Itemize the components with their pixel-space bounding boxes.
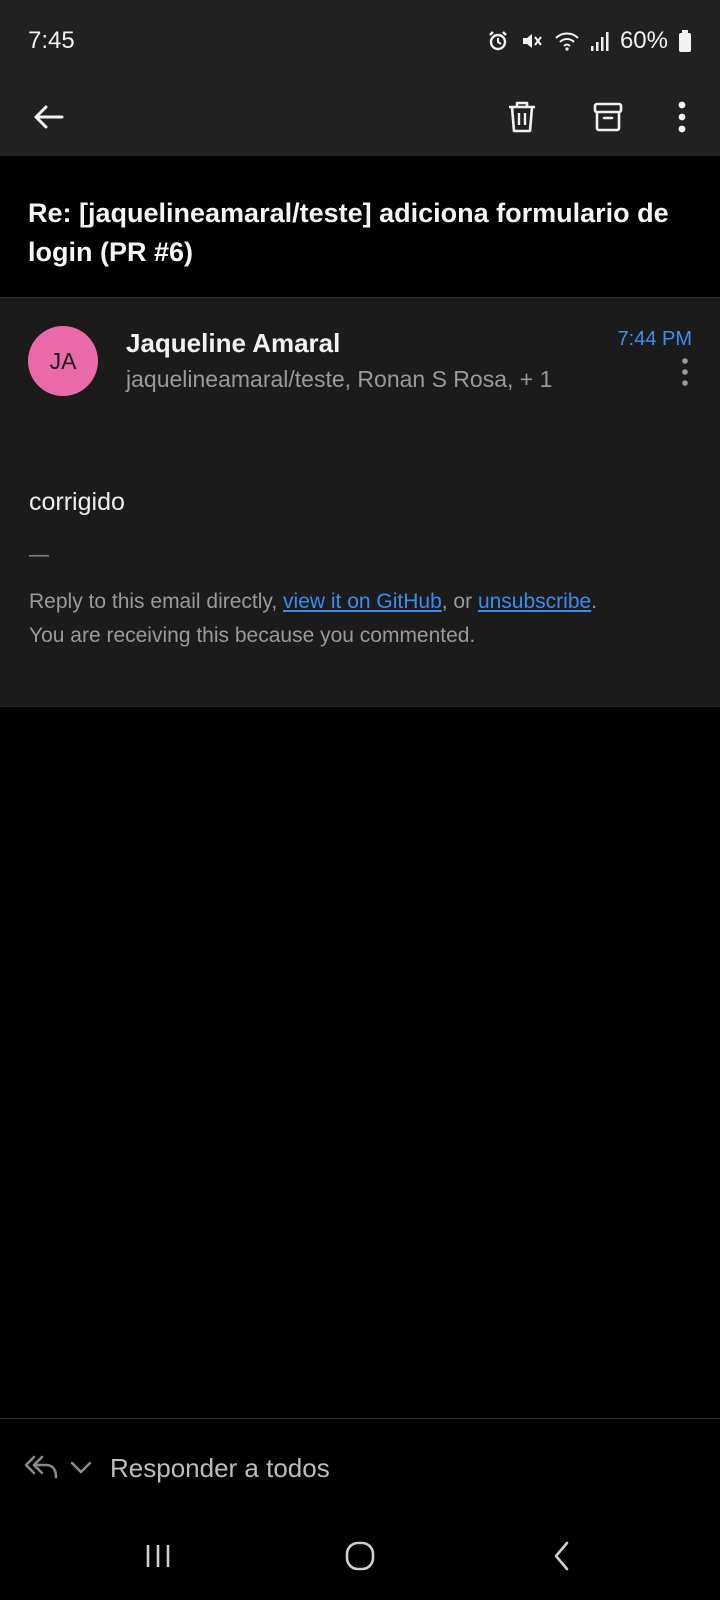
recipients[interactable]: jaquelineamaral/teste, Ronan S Rosa, + 1 (126, 366, 552, 393)
recent-apps-icon (143, 1541, 173, 1576)
message-card[interactable]: JA Jaqueline Amaral jaquelineamaral/test… (0, 298, 720, 707)
footer-prefix: Reply to this email directly, (29, 590, 284, 613)
subject-area: Re: [jaqueline­amaral/teste] adiciona fo… (0, 156, 720, 298)
unsubscribe-link[interactable]: unsubscribe (478, 590, 591, 613)
footer-suffix: . (591, 590, 598, 613)
archive-button[interactable] (576, 82, 640, 156)
sender-name: Jaqueline Amaral (126, 328, 341, 358)
system-back-button[interactable] (532, 1530, 592, 1586)
system-nav-bar (0, 1518, 720, 1600)
battery-level: 60% (619, 27, 668, 54)
message-more-button[interactable] (670, 356, 700, 392)
footer-reply-line: Reply to this email directly, view it on… (29, 590, 597, 614)
view-on-github-link[interactable]: view it on GitHub (283, 590, 442, 613)
status-bar: 7:45 60% (0, 0, 720, 82)
reply-all-icon[interactable] (24, 1453, 60, 1488)
back-button[interactable] (16, 82, 80, 156)
more-vertical-icon (681, 357, 689, 392)
footer-middle: , or (441, 590, 478, 613)
avatar[interactable]: JA (28, 326, 98, 396)
message-time: 7:44 PM (617, 328, 692, 350)
reply-all-label[interactable]: Responder a todos (110, 1453, 330, 1484)
alarm-icon (486, 29, 510, 53)
signature-dash: — (29, 544, 49, 566)
archive-icon (591, 100, 625, 139)
email-subject: Re: [jaqueline­amaral/teste] adiciona fo… (28, 198, 669, 267)
wifi-icon (554, 29, 580, 53)
email-toolbar (0, 82, 720, 156)
battery-icon (678, 29, 692, 53)
home-button[interactable] (330, 1530, 390, 1586)
chevron-left-icon (550, 1540, 574, 1577)
email-body: corrigido (29, 488, 125, 516)
back-arrow-icon (30, 99, 66, 140)
more-options-button[interactable] (650, 82, 714, 156)
status-icons: 60% (486, 27, 692, 55)
home-icon (344, 1540, 376, 1577)
trash-icon (505, 99, 539, 140)
delete-button[interactable] (490, 82, 554, 156)
reply-bar[interactable]: Responder a todos (0, 1418, 720, 1518)
signal-icon (590, 30, 610, 52)
mute-icon (520, 29, 544, 53)
recent-apps-button[interactable] (128, 1530, 188, 1586)
avatar-initials: JA (49, 347, 77, 374)
chevron-down-icon[interactable] (68, 1455, 94, 1484)
more-vertical-icon (677, 100, 687, 139)
footer-reason: You are receiving this because you comme… (29, 624, 476, 647)
status-time: 7:45 (28, 27, 75, 54)
